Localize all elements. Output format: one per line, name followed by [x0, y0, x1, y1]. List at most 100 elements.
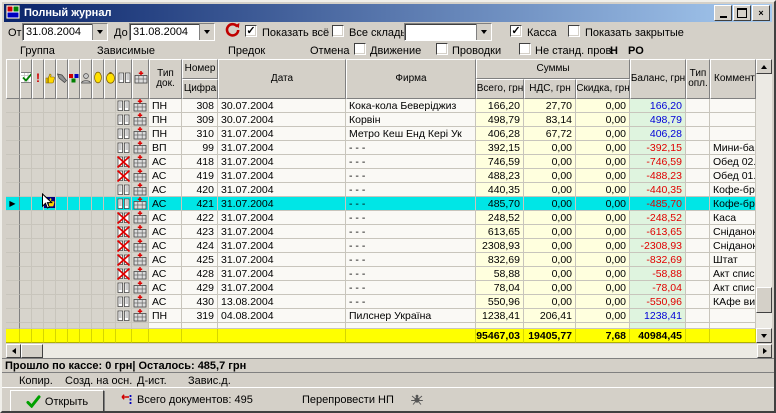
icon-cell [92, 309, 104, 323]
cell-total: 440,35 [476, 183, 524, 197]
icon-cell [104, 225, 116, 239]
from-date-input[interactable]: 31.08.2004 [22, 23, 108, 41]
table-row[interactable]: ПН30930.07.2004Корвін498,7983,140,00498,… [6, 113, 756, 127]
header-discount[interactable]: Скидка, грн [576, 79, 630, 99]
header-hammer-icon[interactable] [56, 59, 68, 99]
movement-checkbox[interactable] [354, 43, 366, 55]
table-row[interactable]: АС42231.07.2004- - -248,520,000,00-248,5… [6, 211, 756, 225]
header-doc-type[interactable]: Тип док. [149, 59, 182, 99]
person-icon [80, 72, 92, 87]
header-register-icon[interactable] [132, 59, 149, 99]
scroll-down-button[interactable] [756, 328, 772, 343]
row-selector[interactable] [6, 253, 20, 267]
close-button[interactable]: × [752, 5, 770, 21]
header-total[interactable]: Всего, грн [476, 79, 524, 99]
row-selector[interactable]: ▶ [6, 197, 20, 211]
show-closed-checkbox[interactable] [568, 25, 580, 37]
row-selector[interactable] [6, 169, 20, 183]
header-thumb-icon[interactable] [44, 59, 56, 99]
header-drop-icon[interactable] [92, 59, 104, 99]
table-row[interactable]: АС42031.07.2004- - -440,350,000,00-440,3… [6, 183, 756, 197]
row-selector[interactable] [6, 183, 20, 197]
table-row[interactable]: АС42931.07.2004- - -78,040,000,00-78,04А… [6, 281, 756, 295]
table-row[interactable]: ПН30830.07.2004Кока-кола Беверіджиз166,2… [6, 99, 756, 113]
reprocess-button[interactable]: Перепровести НП [302, 394, 394, 406]
postings-checkbox[interactable] [436, 43, 448, 55]
titlebar[interactable]: Полный журнал × [4, 4, 772, 22]
horizontal-scrollbar[interactable] [6, 344, 772, 358]
header-money-drop-icon[interactable] [104, 59, 116, 99]
depend-action[interactable]: Завис.д. [188, 375, 231, 387]
create-based-action[interactable]: Созд. на осн. [65, 375, 132, 387]
table-row[interactable]: АС42331.07.2004- - -613,650,000,00-613,6… [6, 225, 756, 239]
table-row[interactable]: АС42531.07.2004- - -832,690,000,00-832,6… [6, 253, 756, 267]
cancel-button[interactable]: Отмена [310, 45, 349, 57]
table-row[interactable]: ПН31031.07.2004Метро Кеш Енд Кері Ук406,… [6, 127, 756, 141]
from-date-dropdown-button[interactable] [92, 24, 107, 40]
dhist-action[interactable]: Д-ист. [137, 375, 167, 387]
h-toggle[interactable]: Н [610, 45, 618, 57]
scroll-left-button[interactable] [6, 344, 21, 358]
header-blocks-icon[interactable] [68, 59, 80, 99]
copy-action[interactable]: Копир. [19, 375, 53, 387]
to-date-input[interactable]: 31.08.2004 [129, 23, 215, 41]
header-number-sub[interactable]: Цифра [182, 79, 218, 99]
vertical-scroll-thumb[interactable] [756, 287, 772, 313]
header-grid-check-icon[interactable] [20, 59, 32, 99]
ancestor-button[interactable]: Предок [228, 45, 265, 57]
header-comment[interactable]: Комментарий [710, 59, 756, 99]
header-firm[interactable]: Фирма [346, 59, 476, 99]
table-row[interactable]: АС41831.07.2004- - -746,590,000,00-746,5… [6, 155, 756, 169]
table-row[interactable]: АС41931.07.2004- - -488,230,000,00-488,2… [6, 169, 756, 183]
warehouse-combobox[interactable] [404, 23, 492, 41]
nonstd-checkbox[interactable] [519, 43, 531, 55]
group-button[interactable]: Группа [20, 45, 55, 57]
header-exclamation-icon[interactable]: ! [32, 59, 44, 99]
open-button[interactable]: Открыть [10, 390, 104, 413]
scroll-right-button[interactable] [757, 344, 772, 358]
table-row[interactable]: ВП9931.07.2004- - -392,150,000,00-392,15… [6, 141, 756, 155]
kassa-checkbox[interactable]: ✓ [510, 25, 522, 37]
dependents-button[interactable]: Зависимые [97, 45, 155, 57]
icon-cell [104, 113, 116, 127]
po-toggle[interactable]: РО [628, 45, 644, 57]
row-selector[interactable] [6, 113, 20, 127]
scroll-up-button[interactable] [756, 59, 772, 74]
header-vat[interactable]: НДС, грн [524, 79, 576, 99]
cell-date: 31.07.2004 [218, 197, 346, 211]
row-selector[interactable] [6, 155, 20, 169]
register-icon [132, 239, 149, 253]
header-number[interactable]: Номер [182, 59, 218, 79]
minimize-button[interactable] [714, 5, 732, 21]
cell-number: 430 [182, 295, 218, 309]
header-date[interactable]: Дата [218, 59, 346, 99]
row-selector[interactable] [6, 281, 20, 295]
table-row[interactable]: ▶АС42131.07.2004- - -485,700,000,00-485,… [6, 197, 756, 211]
row-selector[interactable] [6, 267, 20, 281]
refresh-button[interactable] [224, 22, 241, 38]
row-selector[interactable] [6, 141, 20, 155]
maximize-button[interactable] [733, 5, 751, 21]
horizontal-scroll-thumb[interactable] [21, 344, 43, 358]
warehouse-dropdown-button[interactable] [476, 24, 491, 40]
header-person-icon[interactable] [80, 59, 92, 99]
header-payment[interactable]: Тип опл. [686, 59, 710, 99]
row-selector[interactable] [6, 99, 20, 113]
row-selector[interactable] [6, 309, 20, 323]
header-balance[interactable]: Баланс, грн [630, 59, 686, 99]
table-row[interactable]: АС42831.07.2004- - -58,880,000,00-58,88А… [6, 267, 756, 281]
table-row[interactable]: АС43013.08.2004- - -550,960,000,00-550,9… [6, 295, 756, 309]
show-all-checkbox[interactable]: ✓ [245, 25, 257, 37]
row-selector[interactable] [6, 127, 20, 141]
row-selector[interactable] [6, 239, 20, 253]
table-row[interactable]: ПН31904.08.2004Пилснер Україна1238,41206… [6, 309, 756, 323]
table-row[interactable]: АС42431.07.2004- - -2308,930,000,00-2308… [6, 239, 756, 253]
all-warehouses-checkbox[interactable] [332, 25, 344, 37]
to-date-dropdown-button[interactable] [199, 24, 214, 40]
header-book-icon[interactable] [116, 59, 132, 99]
row-selector[interactable] [6, 225, 20, 239]
vertical-scrollbar[interactable] [756, 59, 772, 343]
row-selector[interactable] [6, 211, 20, 225]
row-selector[interactable] [6, 295, 20, 309]
spider-icon[interactable] [410, 392, 424, 409]
